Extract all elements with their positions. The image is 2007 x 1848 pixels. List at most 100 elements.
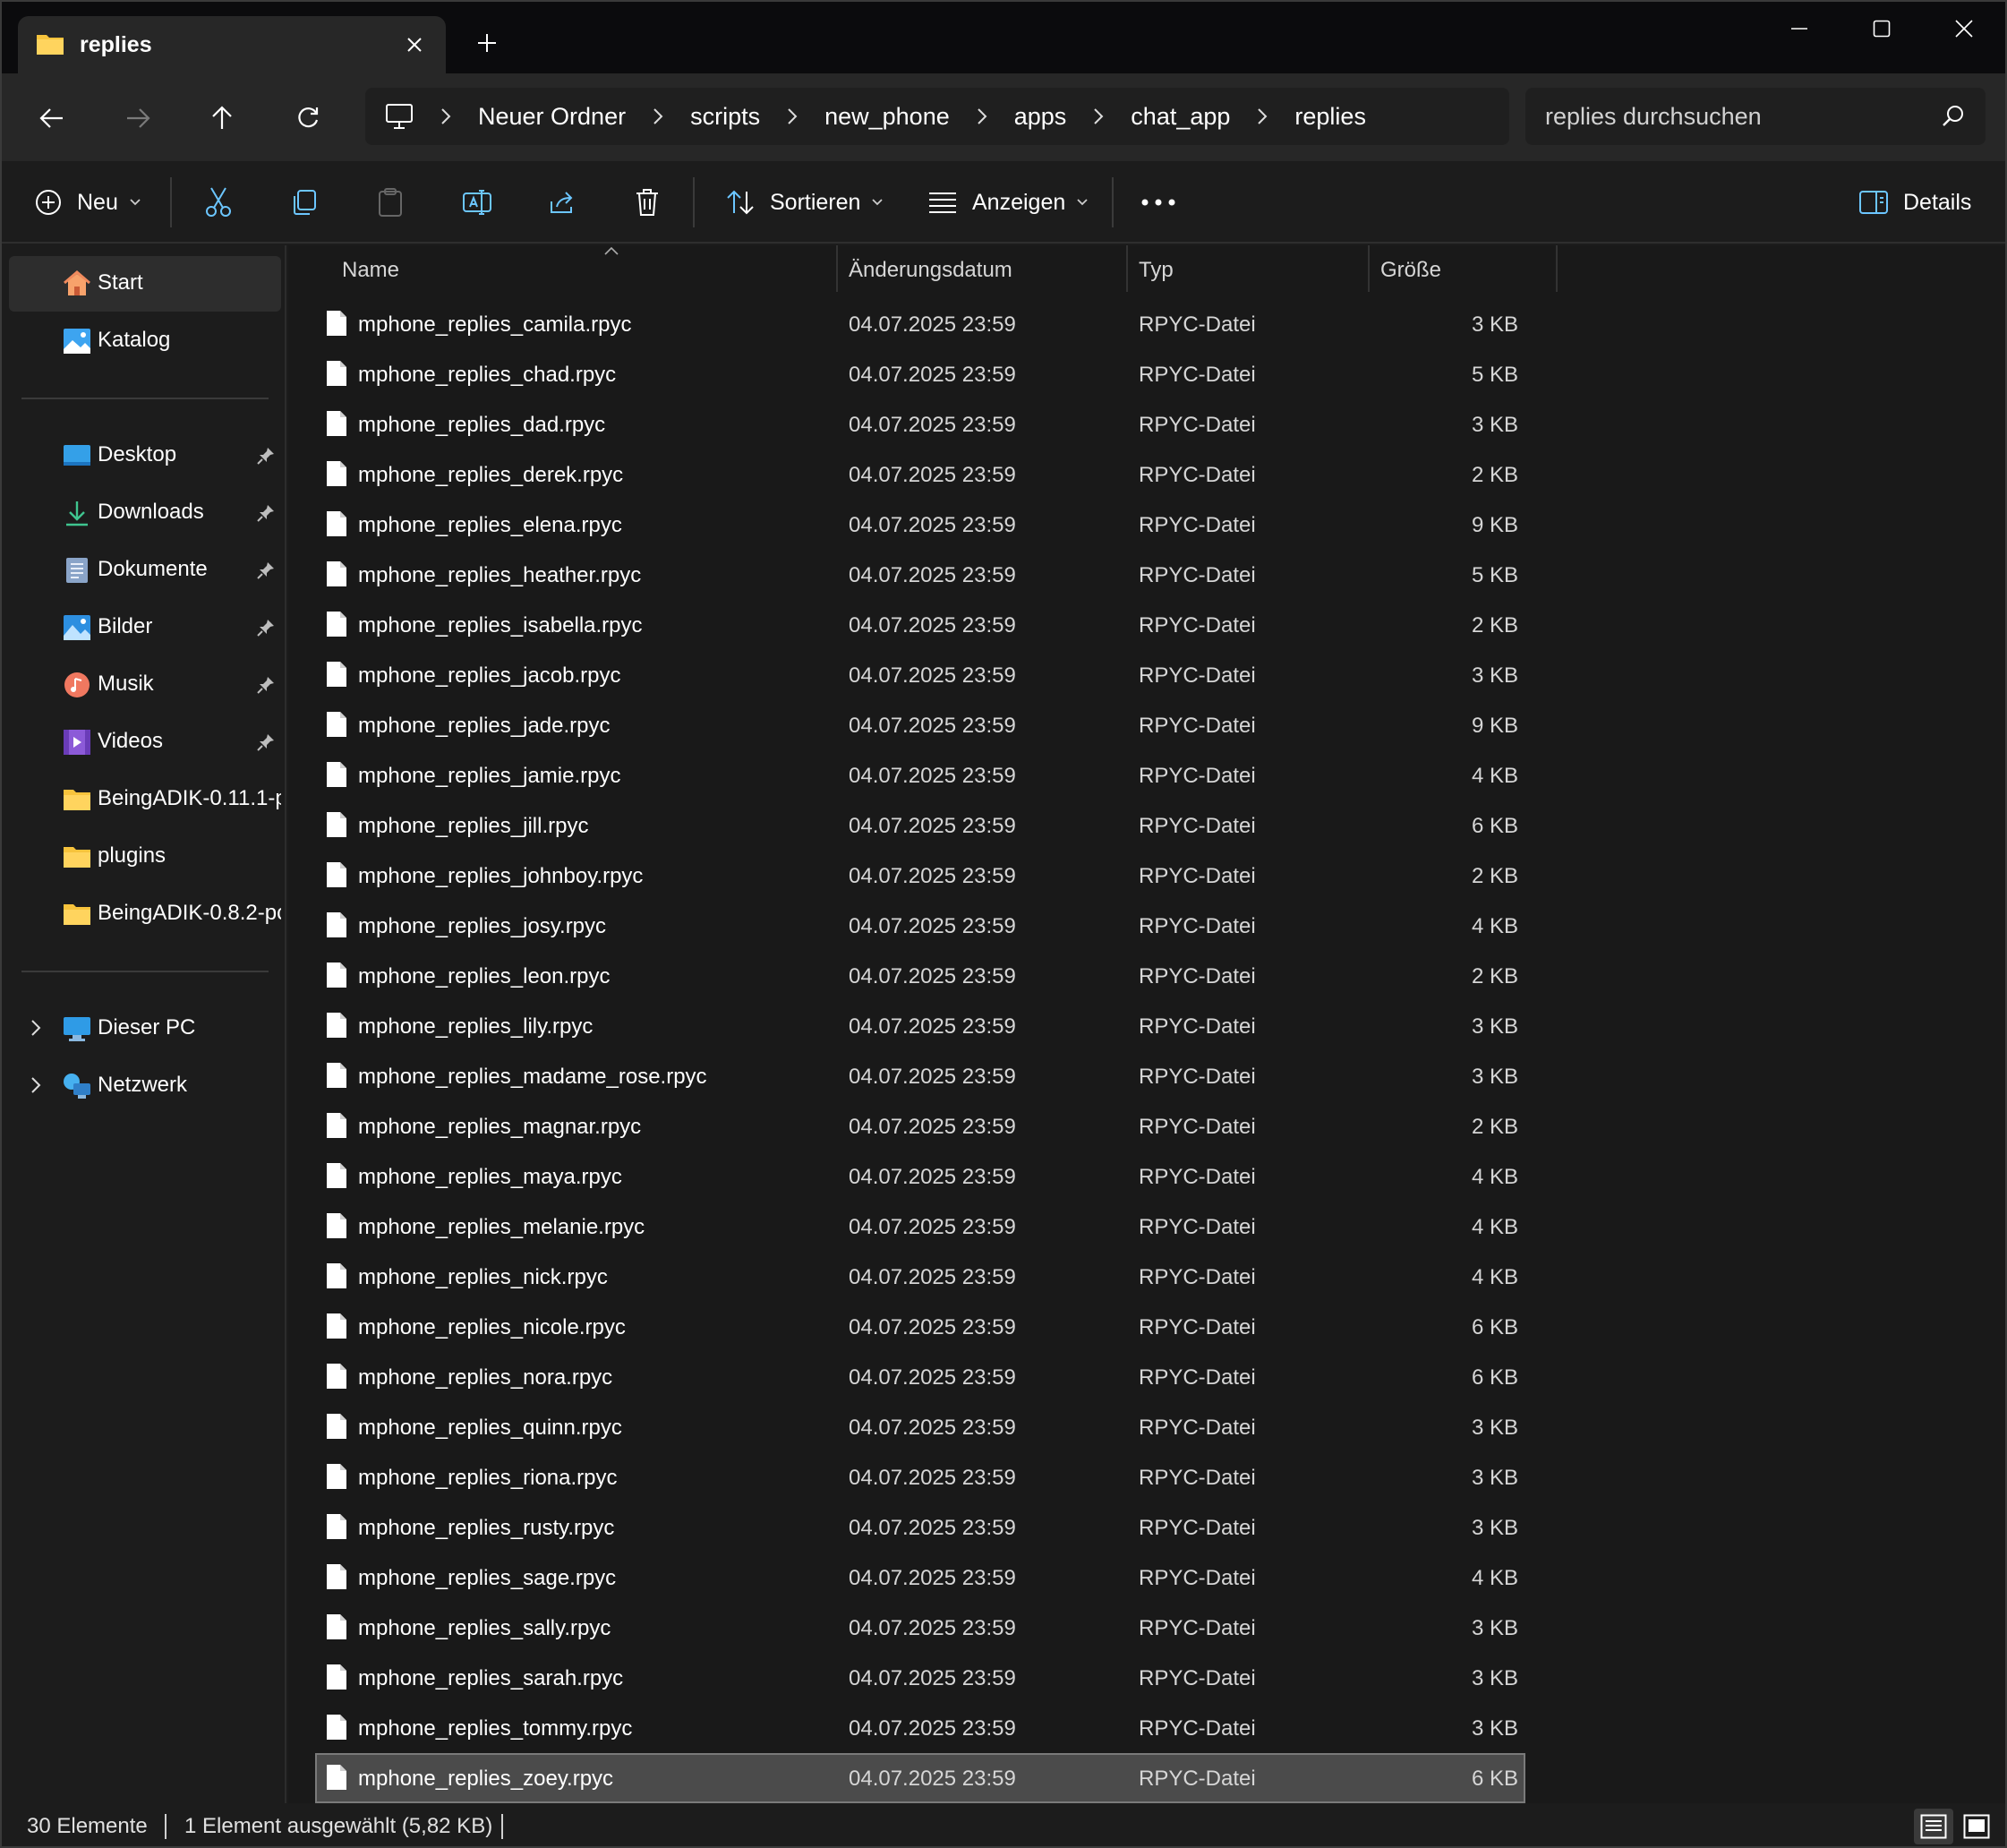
large-icons-view-button[interactable] <box>1957 1809 1996 1844</box>
up-button[interactable] <box>197 93 247 143</box>
file-row[interactable]: mphone_replies_chad.rpyc 04.07.2025 23:59… <box>315 349 1525 399</box>
sidebar-item-videos[interactable]: Videos <box>9 714 281 770</box>
address-bar[interactable]: Neuer Ordner scripts new_phone apps chat… <box>365 88 1509 145</box>
folder-icon <box>64 790 90 810</box>
sidebar-item-folder-plugins[interactable]: plugins <box>9 829 281 885</box>
chevron-right-icon[interactable] <box>1075 107 1122 125</box>
column-resize-handle[interactable] <box>1126 245 1128 292</box>
file-row[interactable]: mphone_replies_tommy.rpyc 04.07.2025 23:5… <box>315 1703 1525 1753</box>
new-button[interactable]: Neu <box>34 179 141 226</box>
sidebar-item-desktop[interactable]: Desktop <box>9 428 281 483</box>
file-row[interactable]: mphone_replies_nora.rpyc 04.07.2025 23:59… <box>315 1352 1525 1402</box>
file-row[interactable]: mphone_replies_heather.rpyc 04.07.2025 23… <box>315 550 1525 600</box>
file-row[interactable]: mphone_replies_leon.rpyc 04.07.2025 23:59… <box>315 951 1525 1001</box>
sidebar-item-documents[interactable]: Dokumente <box>9 543 281 598</box>
file-row[interactable]: mphone_replies_dad.rpyc 04.07.2025 23:59 R… <box>315 399 1525 449</box>
breadcrumb-item[interactable]: scripts <box>681 103 769 131</box>
file-row[interactable]: mphone_replies_johnboy.rpyc 04.07.2025 23… <box>315 851 1525 901</box>
file-row[interactable]: mphone_replies_sarah.rpyc 04.07.2025 23:5… <box>315 1653 1525 1703</box>
sort-button[interactable]: Sortieren <box>725 179 884 226</box>
pin-icon[interactable] <box>256 560 276 580</box>
file-row[interactable]: mphone_replies_isabella.rpyc 04.07.2025 2… <box>315 600 1525 650</box>
file-row[interactable]: mphone_replies_melanie.rpyc 04.07.2025 23… <box>315 1202 1525 1252</box>
view-button[interactable]: Anzeigen <box>927 179 1089 226</box>
file-row[interactable]: mphone_replies_jacob.rpyc 04.07.2025 23:5… <box>315 650 1525 700</box>
more-options-button[interactable] <box>1140 179 1176 226</box>
chevron-right-icon[interactable] <box>635 107 681 125</box>
file-row[interactable]: mphone_replies_derek.rpyc 04.07.2025 23:5… <box>315 449 1525 500</box>
file-row[interactable]: mphone_replies_madame_rose.rpyc 04.07.202… <box>315 1051 1525 1101</box>
sidebar-item-pictures[interactable]: Bilder <box>9 600 281 655</box>
pin-icon[interactable] <box>256 675 276 695</box>
tab-replies[interactable]: replies <box>18 16 446 73</box>
file-row[interactable]: mphone_replies_zoey.rpyc 04.07.2025 23:59… <box>315 1753 1525 1803</box>
sidebar-item-folder-beingadik-082[interactable]: BeingADIK-0.8.2-pc <box>9 886 281 942</box>
delete-button[interactable] <box>634 179 661 226</box>
file-row[interactable]: mphone_replies_nick.rpyc 04.07.2025 23:59… <box>315 1252 1525 1302</box>
column-header-type[interactable]: Typ <box>1139 258 1174 283</box>
file-row[interactable]: mphone_replies_elena.rpyc 04.07.2025 23:5… <box>315 500 1525 550</box>
sidebar-item-music[interactable]: Musik <box>9 657 281 713</box>
breadcrumb-item[interactable]: Neuer Ordner <box>469 103 635 131</box>
breadcrumb-item[interactable]: new_phone <box>816 103 959 131</box>
sidebar-item-network[interactable]: Netzwerk <box>9 1058 281 1114</box>
pin-icon[interactable] <box>256 618 276 637</box>
file-row[interactable]: mphone_replies_lily.rpyc 04.07.2025 23:59… <box>315 1001 1525 1051</box>
paste-button[interactable] <box>376 179 405 226</box>
chevron-right-icon[interactable] <box>959 107 1005 125</box>
file-row[interactable]: mphone_replies_jade.rpyc 04.07.2025 23:59… <box>315 700 1525 750</box>
breadcrumb-item[interactable]: replies <box>1285 103 1375 131</box>
tab-close-icon[interactable] <box>397 27 432 63</box>
column-resize-handle[interactable] <box>1556 245 1558 292</box>
file-row[interactable]: mphone_replies_maya.rpyc 04.07.2025 23:59… <box>315 1151 1525 1202</box>
share-button[interactable] <box>548 179 576 226</box>
sidebar-item-downloads[interactable]: Downloads <box>9 485 281 541</box>
chevron-right-icon[interactable] <box>25 1074 47 1096</box>
file-row[interactable]: mphone_replies_camila.rpyc 04.07.2025 23:… <box>315 299 1525 349</box>
file-row[interactable]: mphone_replies_nicole.rpyc 04.07.2025 23:… <box>315 1302 1525 1352</box>
sidebar-item-this-pc[interactable]: Dieser PC <box>9 1001 281 1057</box>
details-button[interactable]: Details <box>1858 179 1971 226</box>
close-window-button[interactable] <box>1923 2 2005 56</box>
rename-button[interactable] <box>462 179 492 226</box>
column-resize-handle[interactable] <box>836 245 838 292</box>
details-view-button[interactable] <box>1914 1809 1953 1844</box>
chevron-right-icon[interactable] <box>25 1017 47 1039</box>
search-box[interactable] <box>1525 88 1986 145</box>
pin-icon[interactable] <box>256 732 276 752</box>
column-resize-handle[interactable] <box>1368 245 1370 292</box>
refresh-button[interactable] <box>283 93 333 143</box>
breadcrumb-item[interactable]: chat_app <box>1122 103 1239 131</box>
file-row[interactable]: mphone_replies_quinn.rpyc 04.07.2025 23:5… <box>315 1402 1525 1452</box>
chevron-right-icon[interactable] <box>769 107 816 125</box>
file-row[interactable]: mphone_replies_magnar.rpyc 04.07.2025 23:… <box>315 1101 1525 1151</box>
copy-button[interactable] <box>290 179 319 226</box>
minimize-button[interactable] <box>1758 2 1840 56</box>
breadcrumb-item[interactable]: apps <box>1005 103 1076 131</box>
forward-button[interactable] <box>113 93 163 143</box>
column-header-size[interactable]: Größe <box>1380 258 1441 283</box>
pin-icon[interactable] <box>256 503 276 523</box>
file-row[interactable]: mphone_replies_jamie.rpyc 04.07.2025 23:5… <box>315 750 1525 800</box>
cut-button[interactable] <box>204 179 233 226</box>
maximize-button[interactable] <box>1840 2 1923 56</box>
chevron-right-icon[interactable] <box>1239 107 1285 125</box>
back-button[interactable] <box>27 93 77 143</box>
file-row[interactable]: mphone_replies_sage.rpyc 04.07.2025 23:59… <box>315 1553 1525 1603</box>
pin-icon[interactable] <box>256 446 276 466</box>
sidebar-item-start[interactable]: Start <box>9 256 281 312</box>
file-row[interactable]: mphone_replies_josy.rpyc 04.07.2025 23:59… <box>315 901 1525 951</box>
chevron-right-icon[interactable] <box>423 107 469 125</box>
file-row[interactable]: mphone_replies_rusty.rpyc 04.07.2025 23:5… <box>315 1502 1525 1553</box>
column-header-name[interactable]: Name <box>342 258 399 283</box>
new-tab-button[interactable] <box>469 25 505 61</box>
file-type: RPYC-Datei <box>1139 363 1256 387</box>
sidebar-item-gallery[interactable]: Katalog <box>9 313 281 369</box>
file-row[interactable]: mphone_replies_riona.rpyc 04.07.2025 23:5… <box>315 1452 1525 1502</box>
file-row[interactable]: mphone_replies_jill.rpyc 04.07.2025 23:59… <box>315 800 1525 851</box>
search-input[interactable] <box>1545 97 1930 136</box>
sidebar-item-folder-beingadik-011[interactable]: BeingADIK-0.11.1-pc <box>9 772 281 827</box>
column-header-date[interactable]: Änderungsdatum <box>849 258 1012 283</box>
file-row[interactable]: mphone_replies_sally.rpyc 04.07.2025 23:5… <box>315 1603 1525 1653</box>
details-pane-icon <box>1859 191 1888 214</box>
